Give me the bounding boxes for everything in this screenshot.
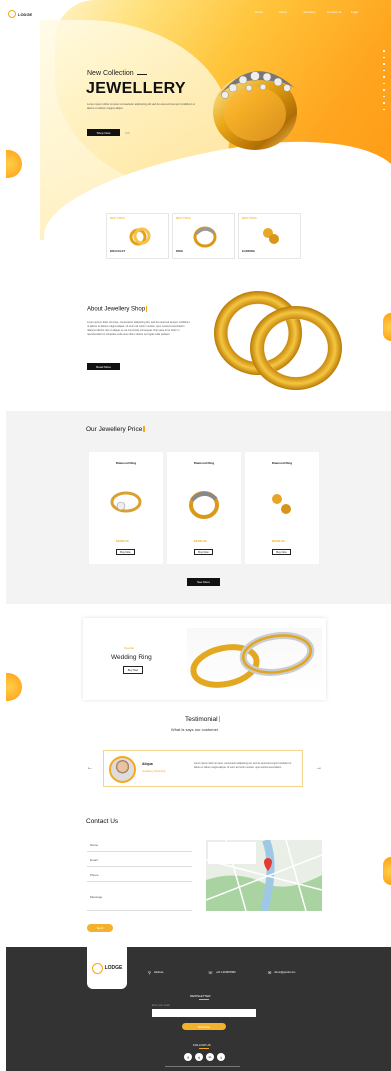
category-name: EARRING: [242, 249, 255, 253]
product-price: $1000.00: [116, 539, 129, 543]
follow-underline: [199, 1048, 209, 1049]
send-button[interactable]: Send: [87, 924, 113, 932]
testimonial-subtitle: What is says our customer: [171, 727, 219, 732]
about-bangles-image: [214, 291, 342, 390]
hero-title: JEWELLERY: [86, 80, 186, 97]
newsletter-title: NEWSLETTER: [190, 994, 211, 998]
testimonial-name: Aliqua: [142, 762, 153, 766]
hero-divider: [137, 74, 147, 75]
name-field[interactable]: Name: [87, 840, 192, 852]
hero-description: Lorem ipsum dolor sit amet consectetur a…: [87, 103, 195, 110]
phone-field[interactable]: Phone: [87, 870, 192, 882]
location-pin-icon: ⚲: [148, 970, 151, 975]
nav-login[interactable]: Login: [351, 10, 375, 14]
hero-gift-link[interactable]: Gift: [125, 131, 130, 135]
nav-home[interactable]: Home: [255, 10, 279, 14]
testimonial-text: Lorem ipsum dolor sit amet, consectetur …: [194, 762, 292, 769]
category-name: BRACELET: [110, 249, 126, 253]
mail-icon: ✉: [268, 970, 272, 975]
wedding-title: Wedding Ring: [111, 654, 152, 661]
category-tag: BEST PRICE: [110, 217, 125, 220]
right-orb-decoration: [383, 857, 391, 885]
hero-ring-image: [213, 71, 297, 150]
ring-image: [193, 226, 217, 248]
footer-address: ⚲ Address: [148, 970, 164, 975]
ring-logo-icon: [91, 962, 103, 974]
footer-divider: [165, 1066, 240, 1067]
about-description: Lorem ipsum dolor sit amet, consectetur …: [87, 321, 190, 336]
product-name: Diamond Ring: [193, 461, 215, 465]
price-card: Diamond Ring $1000.00 Buy Now: [245, 452, 319, 564]
map-image: [206, 840, 322, 911]
newsletter-hint: Enter your email: [152, 1004, 170, 1007]
newsletter-email-input[interactable]: [152, 1009, 256, 1017]
wedding-special-label: Special: [124, 646, 134, 650]
footer-logo-text: LODGE: [104, 965, 123, 971]
nav-contact[interactable]: Contact us: [327, 10, 351, 14]
footer-email: ✉ demo@gmail.com: [268, 970, 296, 975]
wedding-rings-image: [190, 632, 315, 688]
testimonial-title: Testimonial: [185, 716, 220, 723]
category-card-bracelet[interactable]: BEST PRICE BRACELET: [106, 213, 169, 259]
left-orb-decoration: [6, 673, 22, 701]
about-title: About Jewellery Shop: [87, 306, 148, 313]
footer-logo[interactable]: LODGE: [87, 947, 127, 989]
twitter-icon[interactable]: t: [195, 1053, 203, 1061]
category-name: RING: [176, 249, 183, 253]
logo[interactable]: LODGE: [8, 10, 32, 18]
buy-now-button[interactable]: Buy Now: [116, 549, 135, 555]
hero-section: [0, 0, 391, 240]
diamond-ring-image: [189, 491, 219, 519]
message-field[interactable]: Message: [87, 892, 192, 911]
product-price: $1000.00: [272, 539, 285, 543]
newsletter-underline: [199, 999, 209, 1000]
shop-now-button[interactable]: Shop Now: [87, 129, 120, 136]
price-card: Diamond Ring $1000.00 Buy Now: [89, 452, 163, 564]
buy-now-button[interactable]: Buy Now: [272, 549, 291, 555]
category-tag: BEST PRICE: [242, 217, 257, 220]
category-cards: BEST PRICE BRACELET BEST PRICE RING BEST…: [106, 213, 301, 259]
product-name: Diamond Ring: [115, 461, 137, 465]
earring-image: [263, 228, 279, 244]
wedding-buy-now-button[interactable]: Buy Now: [123, 666, 143, 674]
follow-us-title: FOLLOW US: [193, 1043, 211, 1047]
email-field[interactable]: Email: [87, 855, 192, 867]
logo-text: LODGE: [18, 11, 33, 17]
earring-image: [272, 494, 291, 514]
category-card-earring[interactable]: BEST PRICE EARRING: [238, 213, 301, 259]
product-price: $1000.00: [194, 539, 207, 543]
buy-now-button[interactable]: Buy Now: [194, 549, 213, 555]
arrow-left-icon[interactable]: ←: [87, 765, 93, 771]
instagram-icon[interactable]: i: [217, 1053, 225, 1061]
right-orb-decoration: [383, 313, 391, 341]
diamond-ring-image: [110, 491, 142, 513]
see-more-button[interactable]: See More: [187, 578, 220, 586]
contact-title: Contact Us: [86, 818, 119, 825]
phone-icon: ☏: [208, 970, 214, 975]
product-name: Diamond Ring: [271, 461, 293, 465]
wedding-image: [187, 628, 322, 694]
read-more-button[interactable]: Read More: [87, 363, 120, 370]
price-card: Diamond Ring $1000.00 Buy Now: [167, 452, 241, 564]
category-card-ring[interactable]: BEST PRICE RING: [172, 213, 235, 259]
avatar: [109, 756, 136, 783]
main-nav: Home About Jewellery Contact us Login: [255, 10, 375, 14]
subscribe-button[interactable]: Subscribe: [182, 1023, 226, 1030]
nav-jewellery[interactable]: Jewellery: [303, 10, 327, 14]
hero-subtitle: New Collection: [87, 70, 134, 77]
testimonial-role: Jewellery Wedding: [142, 769, 166, 773]
facebook-icon[interactable]: f: [184, 1053, 192, 1061]
slider-dots[interactable]: [383, 50, 385, 110]
category-tag: BEST PRICE: [176, 217, 191, 220]
bracelet-image: [129, 227, 151, 246]
linkedin-icon[interactable]: in: [206, 1053, 214, 1061]
footer-phone: ☏ +01 1234567890: [208, 970, 236, 975]
price-title: Our Jewellery Price: [86, 426, 145, 433]
location-map[interactable]: [206, 840, 322, 911]
nav-about[interactable]: About: [279, 10, 303, 14]
arrow-right-icon[interactable]: →: [316, 765, 322, 771]
ring-logo-icon: [8, 10, 16, 18]
